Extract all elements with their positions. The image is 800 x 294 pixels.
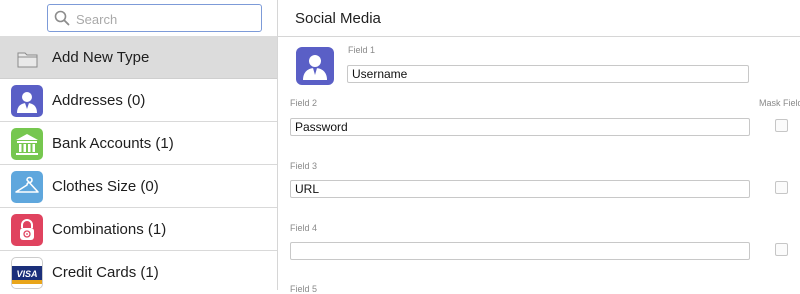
field-2-input[interactable] [290, 118, 750, 136]
sidebar-item-label: Clothes Size (0) [52, 178, 159, 195]
sidebar-item-bank-accounts[interactable]: Bank Accounts (1) [0, 122, 277, 165]
sidebar-item-label: Addresses (0) [52, 92, 146, 109]
sidebar-item-label: Add New Type [52, 49, 150, 66]
search-bar [0, 0, 277, 36]
detail-header: Social Media [278, 0, 800, 37]
person-icon[interactable] [296, 47, 334, 85]
sidebar: Add New Type Addresses (0) [0, 0, 278, 290]
visa-badge-text: VISA [16, 269, 37, 279]
visa-card-icon: VISA [11, 257, 43, 289]
page-title: Social Media [295, 10, 381, 27]
field-1-label: Field 1 [348, 45, 376, 55]
mask-field-header: Mask Field [759, 98, 800, 108]
person-icon [11, 85, 43, 117]
sidebar-item-label: Bank Accounts (1) [52, 135, 174, 152]
field-3-label: Field 3 [290, 161, 318, 171]
search-input[interactable] [74, 8, 258, 30]
field-4-mask-checkbox[interactable] [775, 243, 788, 256]
sidebar-item-label: Credit Cards (1) [52, 264, 159, 281]
field-1-input[interactable] [347, 65, 749, 83]
search-box[interactable] [47, 4, 262, 32]
field-2-label: Field 2 [290, 98, 318, 108]
sidebar-item-label: Combinations (1) [52, 221, 167, 238]
field-4-label: Field 4 [290, 223, 318, 233]
field-3-input[interactable] [290, 180, 750, 198]
field-5-label: Field 5 [290, 284, 318, 294]
search-icon [54, 10, 70, 26]
field-2-mask-checkbox[interactable] [775, 119, 788, 132]
field-4-input[interactable] [290, 242, 750, 260]
sidebar-item-combinations[interactable]: Combinations (1) [0, 208, 277, 251]
field-3-mask-checkbox[interactable] [775, 181, 788, 194]
sidebar-item-addresses[interactable]: Addresses (0) [0, 79, 277, 122]
sidebar-item-credit-cards[interactable]: VISA Credit Cards (1) [0, 251, 277, 290]
sidebar-item-clothes-size[interactable]: Clothes Size (0) [0, 165, 277, 208]
hanger-icon [11, 171, 43, 203]
folder-icon [11, 42, 43, 74]
type-list: Add New Type Addresses (0) Bank Accounts… [0, 36, 277, 290]
sidebar-item-add-new-type[interactable]: Add New Type [0, 36, 277, 79]
bank-icon [11, 128, 43, 160]
detail-panel: Social Media Field 1 Mask Field Field 2 … [278, 0, 800, 294]
padlock-icon [11, 214, 43, 246]
